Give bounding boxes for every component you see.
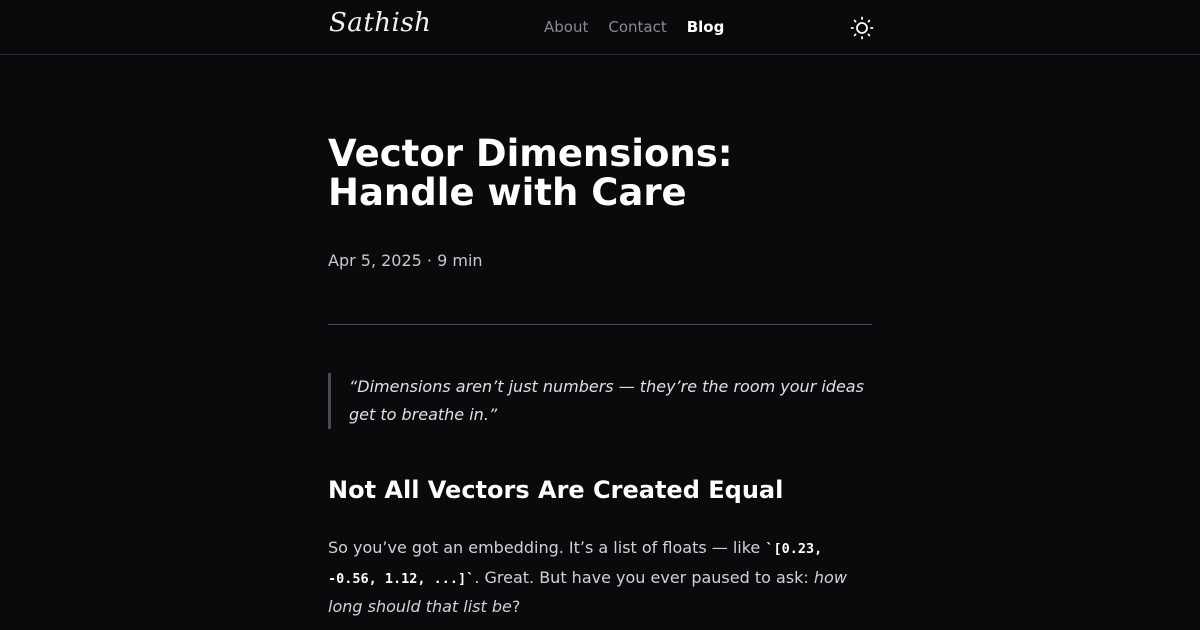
sun-icon — [850, 16, 874, 40]
nav-link-contact[interactable]: Contact — [608, 18, 666, 36]
article-quote: “Dimensions aren’t just numbers — they’r… — [328, 373, 872, 429]
main-nav: About Contact Blog — [544, 18, 724, 36]
theme-toggle-button[interactable] — [850, 16, 874, 40]
article-meta: Apr 5, 2025 · 9 min — [328, 251, 483, 270]
header-divider — [328, 324, 872, 325]
paragraph-text: So you’ve got an embedding. It’s a list … — [328, 538, 766, 557]
site-logo[interactable]: Sathish — [329, 8, 431, 38]
nav-link-blog[interactable]: Blog — [687, 18, 725, 36]
article-paragraph: So you’ve got an embedding. It’s a list … — [328, 534, 872, 622]
nav-link-about[interactable]: About — [544, 18, 588, 36]
top-navigation-bar: Sathish About Contact Blog — [0, 0, 1200, 55]
section-heading: Not All Vectors Are Created Equal — [328, 476, 784, 504]
paragraph-text: ? — [511, 597, 521, 616]
paragraph-text: . Great. But have you ever paused to ask… — [474, 567, 814, 587]
article-title: Vector Dimensions: Handle with Care — [328, 132, 733, 214]
